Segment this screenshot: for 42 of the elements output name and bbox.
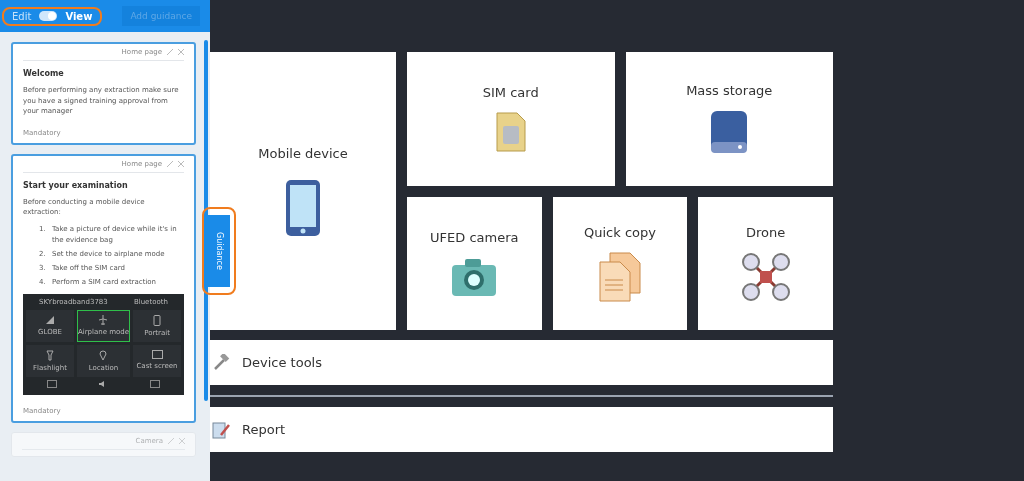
edit-icon	[168, 437, 174, 444]
view-label: View	[65, 10, 93, 22]
tool-label: Report	[242, 422, 286, 437]
tile-label: Drone	[746, 224, 786, 240]
documents-icon	[598, 251, 642, 302]
edit-label: Edit	[12, 10, 32, 22]
tile-label: SIM card	[482, 85, 539, 101]
mode-switch[interactable]	[39, 11, 58, 21]
signal-icon	[44, 314, 55, 325]
hammer-icon	[212, 353, 230, 372]
smartphone-icon	[285, 178, 321, 237]
tool-bar[interactable]: Device tools	[210, 340, 833, 385]
device-tile[interactable]: Drone	[698, 196, 833, 330]
tile-label: Mass storage	[686, 83, 773, 99]
tool-label: Device tools	[242, 355, 322, 370]
close-icon	[178, 49, 184, 55]
device-tile[interactable]: UFED camera	[407, 196, 542, 330]
tile-label: Quick copy	[584, 224, 656, 240]
tile-label: UFED camera	[430, 229, 519, 245]
camera-icon	[451, 256, 498, 297]
phone-icon	[153, 314, 161, 326]
card-title: Start your examination	[23, 180, 129, 190]
guidance-tab[interactable]: Guidance	[208, 215, 230, 287]
edit-icon	[167, 160, 173, 167]
device-tile[interactable]: SIM card	[407, 52, 615, 186]
hard-drive-icon	[709, 110, 750, 155]
cast-screen-icon	[151, 349, 163, 359]
report-icon	[212, 420, 230, 439]
close-icon	[179, 437, 185, 444]
airplane-icon	[98, 314, 109, 325]
scrollbar[interactable]	[204, 40, 208, 401]
edit-icon	[167, 49, 173, 55]
location-icon	[99, 349, 108, 361]
tile-label: Mobile device	[258, 145, 348, 161]
tool-bar[interactable]: Report	[210, 407, 833, 452]
device-tile[interactable]: Mass storage	[625, 52, 833, 186]
flashlight-icon	[45, 349, 54, 361]
card-title: Welcome	[23, 69, 65, 78]
sim-card-icon	[495, 112, 526, 153]
close-icon	[178, 160, 184, 167]
device-tile[interactable]: Quick copy	[552, 196, 688, 330]
drone-icon	[740, 251, 791, 302]
